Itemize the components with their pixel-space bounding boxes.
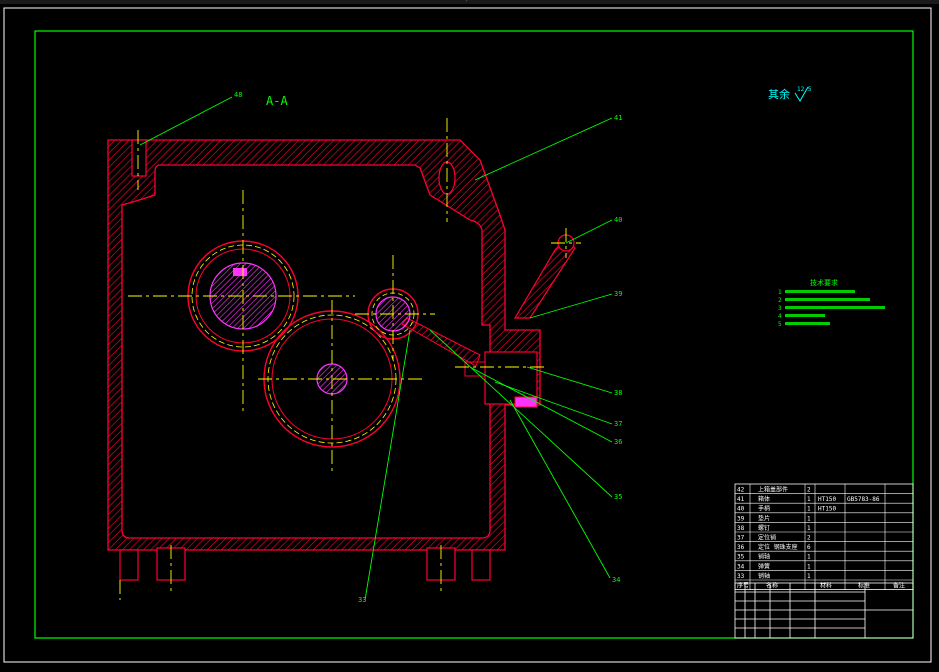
- roughness-label: 其余: [768, 87, 790, 101]
- tech-requirements: 技术要求 1 2 3 4 5: [778, 278, 885, 328]
- cad-canvas[interactable]: ' A-A 其余 12.5 技术要求 1 2 3 4 5 48 41 40 39…: [0, 0, 939, 668]
- bom-cell-name: 定位销: [758, 534, 776, 542]
- bom-cell-no: 41: [737, 496, 745, 503]
- roughness-value: 12.5: [797, 86, 812, 93]
- bom-cell-qty: 1: [807, 506, 811, 513]
- bom-cell-name: 手柄: [758, 505, 770, 513]
- bom-cell-name: 销轴: [758, 553, 770, 561]
- callout-37: 37: [614, 420, 622, 428]
- tech-note-3: 3: [778, 305, 782, 312]
- bom-cell-name: 螺钉: [758, 524, 770, 532]
- title-block: [734, 582, 914, 639]
- callout-33: 33: [358, 596, 366, 604]
- bom-cell-no: 38: [737, 525, 745, 532]
- bom-cell-no: 40: [737, 506, 745, 513]
- callout-34: 34: [612, 576, 620, 584]
- bom-cell-qty: 1: [807, 496, 811, 503]
- bom-cell-qty: 1: [807, 563, 811, 570]
- bom-cell-qty: 6: [807, 544, 811, 551]
- window-title-mark: ': [465, 0, 469, 6]
- bom-cell-name: 上箱盖部件: [758, 486, 788, 494]
- bom-cell-name: 箱体: [758, 495, 770, 503]
- bom-cell-qty: 1: [807, 525, 811, 532]
- bom-cell-no: 42: [737, 487, 745, 494]
- callout-36: 36: [614, 438, 622, 446]
- drawing-sheet: ' A-A 其余 12.5 技术要求 1 2 3 4 5 48 41 40 39…: [0, 0, 939, 663]
- callout-38: 38: [614, 389, 622, 397]
- bom-cell-qty: 1: [807, 573, 811, 580]
- bom-cell-no: 34: [737, 563, 745, 570]
- callout-41: 41: [614, 114, 622, 122]
- bom-cell-name: 弹簧: [758, 562, 770, 570]
- tech-note-4: 4: [778, 313, 782, 320]
- bom-cell-name: 销轴: [758, 572, 770, 580]
- tech-note-2: 2: [778, 297, 782, 304]
- callout-35: 35: [614, 493, 622, 501]
- bom-cell-name: 定位 钢珠支座: [758, 543, 798, 551]
- bom-cell-name: 垫片: [758, 514, 770, 522]
- bom-cell-no: 33: [737, 573, 745, 580]
- bom-cell-qty: 1: [807, 554, 811, 561]
- callout-39: 39: [614, 290, 622, 298]
- tech-title: 技术要求: [810, 278, 838, 287]
- bom-table: 42 上箱盖部件 2 41 箱体 1 HT150 GB5783-86 40 手柄 1 HT150 39 垫…: [734, 483, 914, 590]
- window-top-strip: [0, 0, 939, 4]
- bom-cell-no: 35: [737, 554, 745, 561]
- callout-40: 40: [614, 216, 622, 224]
- bom-cell-qty: 2: [807, 535, 811, 542]
- bom-cell-qty: 1: [807, 515, 811, 522]
- bom-cell-qty: 2: [807, 487, 811, 494]
- callout-48: 48: [234, 91, 242, 99]
- bom-cell-no: 37: [737, 535, 745, 542]
- bom-cell-no: 39: [737, 515, 745, 522]
- tech-note-5: 5: [778, 321, 782, 328]
- tech-note-1: 1: [778, 289, 782, 296]
- bom-cell-mat: HT150: [818, 496, 836, 503]
- section-label: A-A: [266, 94, 288, 108]
- bom-cell-no: 36: [737, 544, 745, 551]
- bom-cell-mat: HT150: [818, 506, 836, 513]
- bom-cell-std: GB5783-86: [847, 496, 880, 503]
